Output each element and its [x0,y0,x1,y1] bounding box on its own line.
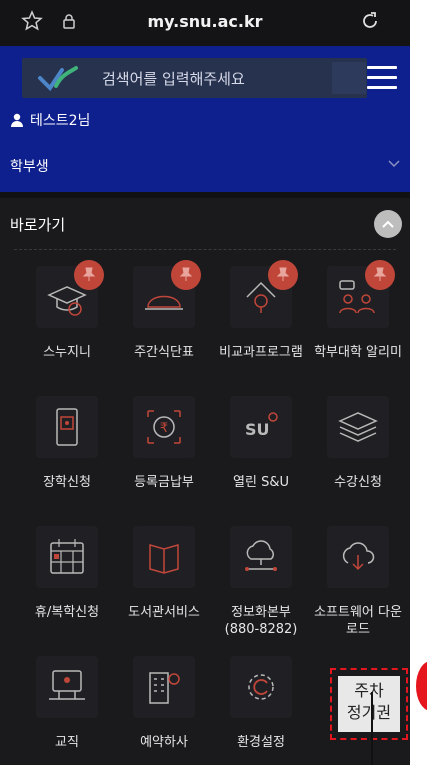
tile-label: 휴/복학신청 [34,605,100,620]
scholarship-icon [56,408,78,446]
hamburger-menu-icon[interactable] [367,66,397,92]
tile-label: 교직 [55,735,79,750]
search-button-icon[interactable] [332,62,366,94]
tile-tuition[interactable]: ₹ 등록금납부 [115,396,213,491]
tile-teaching[interactable]: 교직 [18,656,116,751]
tile-label: 주간식단표 [134,345,194,360]
tuition-icon: ₹ [147,410,181,444]
parking-pass-button[interactable]: 주차 정기권 [338,676,400,732]
teaching-icon [49,670,85,700]
tile-label: 스누지니 [43,345,91,360]
tile-reservation[interactable]: 예약하사 [115,656,213,751]
pin-icon[interactable] [74,260,104,290]
user-name: 테스트2님 [30,113,91,129]
tile-label: 도서관서비스 [128,605,200,620]
header: 검색어를 입력해주세요 테스트2님 학부생 [0,46,410,192]
svg-text:SU: SU [245,420,270,439]
tile-label: 비교과프로그램 [219,345,303,360]
tile-label-line2: (880-8282) [224,622,298,637]
callout-line [371,692,373,765]
snu-logo-icon[interactable] [36,64,80,92]
user-type-select[interactable]: 학부생 [10,156,400,176]
cloud-network-icon [245,540,277,571]
search-row: 검색어를 입력해주세요 [12,56,397,98]
cloud-download-icon [342,542,375,571]
browser-bar: my.snu.ac.kr [0,0,410,46]
parking-pass-tile[interactable]: 주차 정기권 [330,668,408,740]
tile-leave-return[interactable]: 휴/복학신청 [18,526,116,621]
address-bar-url[interactable]: my.snu.ac.kr [0,12,410,31]
tile-it-center[interactable]: 정보화본부 (880-8282) [212,526,310,638]
pin-icon[interactable] [171,260,201,290]
quick-links-title: 바로가기 [10,216,66,234]
tile-weekly-menu[interactable]: 주간식단표 [115,260,213,361]
search-box[interactable]: 검색어를 입력해주세요 [22,58,367,98]
tile-label: 소프트웨어 다운 [314,605,402,620]
tile-extracurricular[interactable]: 비교과프로그램 [212,260,310,361]
user-info: 테스트2님 [10,110,90,130]
building-icon [149,672,180,704]
tile-course-registration[interactable]: 수강신청 [309,396,407,491]
settings-icon [248,674,274,700]
tile-settings[interactable]: 환경설정 [212,656,310,751]
tile-label: 열린 S&U [233,475,289,490]
chevron-up-icon [382,220,394,228]
layers-icon [338,412,378,442]
quick-links-header: 바로가기 [10,198,402,250]
tile-label: 학부대학 알리미 [314,345,402,360]
chevron-down-icon [388,160,400,168]
tile-label: 환경설정 [237,735,285,750]
calendar-icon [50,539,84,574]
callout-marker [416,661,427,711]
reload-icon[interactable] [358,9,382,33]
tile-label: 정보화본부 [231,605,291,620]
tile-open-snu[interactable]: SU 열린 S&U [212,396,310,491]
tile-snujini[interactable]: 스누지니 [18,260,116,361]
quick-links-grid: 스누지니 주간식단표 비교과프로그램 학부대학 알리미 장학신청 ₹ 등록금납부… [0,250,410,750]
svg-text:₹: ₹ [160,421,168,436]
search-input[interactable]: 검색어를 입력해주세요 [102,68,245,89]
tile-label: 등록금납부 [134,475,194,490]
open-snu-icon: SU [245,412,278,439]
user-icon [11,113,23,127]
tile-label: 예약하사 [140,735,188,750]
tile-label: 장학신청 [43,475,91,490]
tile-scholarship[interactable]: 장학신청 [18,396,116,491]
phone-screen: my.snu.ac.kr 검색어를 입력해주세요 테스트2님 학부생 바로가기 [0,0,410,765]
collapse-button[interactable] [374,210,402,238]
tile-library[interactable]: 도서관서비스 [115,526,213,621]
pin-icon[interactable] [268,260,298,290]
user-type-label: 학부생 [10,159,49,175]
tile-label: 수강신청 [334,475,382,490]
parking-pass-line2: 정기권 [346,703,392,722]
book-icon [149,544,179,574]
tile-software-download[interactable]: 소프트웨어 다운 로드 [309,526,407,638]
tile-label-line2: 로드 [346,622,370,637]
pin-icon[interactable] [365,260,395,290]
tile-college-notifier[interactable]: 학부대학 알리미 [309,260,407,361]
parking-pass-line1: 주차 [354,681,384,700]
